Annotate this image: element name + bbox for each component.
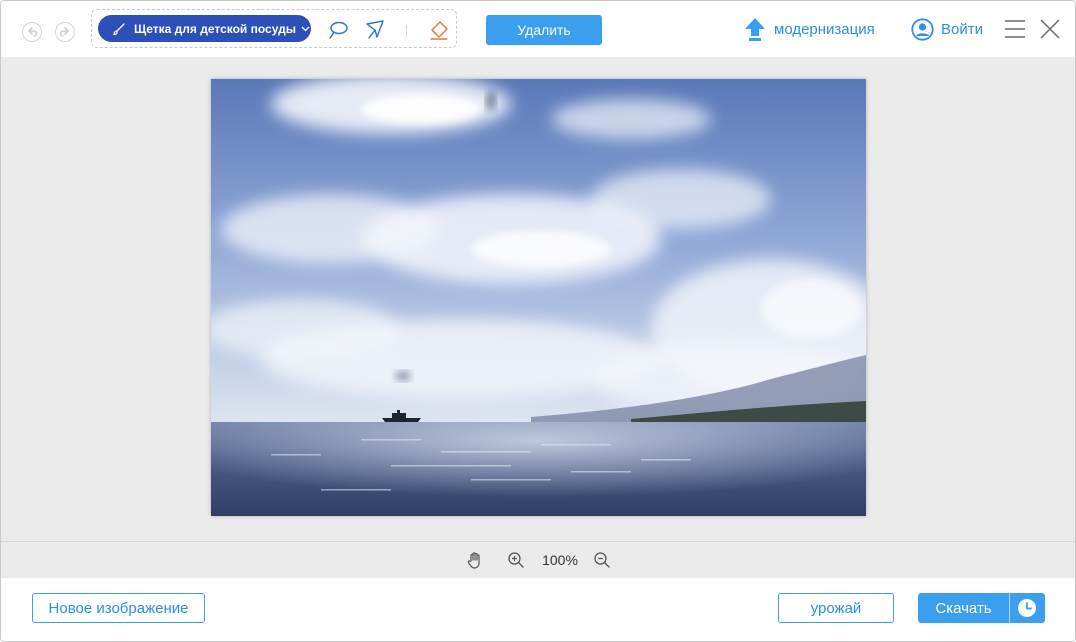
login-link[interactable]: Войти bbox=[911, 17, 983, 41]
brush-tool-dropdown[interactable]: Щетка для детской посуды bbox=[98, 15, 311, 42]
zoom-in-icon[interactable] bbox=[507, 551, 525, 569]
bottom-bar: Новое изображение урожай Скачать bbox=[1, 578, 1075, 641]
undo-button[interactable] bbox=[22, 22, 42, 42]
menu-icon[interactable] bbox=[1004, 19, 1026, 39]
user-icon bbox=[911, 17, 934, 41]
new-image-button[interactable]: Новое изображение bbox=[32, 593, 205, 623]
edited-image[interactable] bbox=[211, 79, 866, 516]
upgrade-link[interactable]: модернизация bbox=[744, 17, 875, 41]
login-label: Войти bbox=[941, 20, 983, 38]
eraser-tool-button[interactable] bbox=[428, 19, 450, 41]
hand-icon[interactable] bbox=[465, 550, 485, 570]
brush-tool-label: Щетка для детской посуды bbox=[134, 21, 296, 36]
brush-icon bbox=[113, 22, 125, 35]
lasso-tool-button[interactable] bbox=[327, 19, 349, 41]
crop-button[interactable]: урожай bbox=[778, 593, 894, 623]
polygon-lasso-icon bbox=[366, 20, 384, 39]
upgrade-label: модернизация bbox=[774, 20, 875, 38]
zoom-bar: 100% bbox=[1, 541, 1075, 578]
zoom-level: 100% bbox=[542, 552, 578, 568]
delete-button[interactable]: Удалить bbox=[486, 15, 602, 45]
canvas-area[interactable] bbox=[1, 57, 1075, 541]
chevron-down-icon bbox=[301, 26, 310, 31]
selection-tool-group: Щетка для детской посуды bbox=[91, 9, 457, 48]
toolbar-divider bbox=[406, 25, 407, 37]
download-label: Скачать bbox=[935, 599, 992, 617]
sky-sea-photo bbox=[211, 79, 866, 516]
eraser-icon bbox=[430, 21, 448, 40]
zoom-out-icon[interactable] bbox=[593, 551, 611, 569]
undo-icon bbox=[28, 27, 38, 37]
clock-icon[interactable] bbox=[1017, 598, 1037, 618]
polygon-lasso-button[interactable] bbox=[364, 19, 386, 41]
lasso-icon bbox=[329, 21, 348, 39]
download-divider bbox=[1009, 593, 1010, 623]
download-button[interactable]: Скачать bbox=[918, 593, 1045, 623]
top-toolbar: Щетка для детской посуды Удалить модерни… bbox=[1, 1, 1075, 57]
close-icon[interactable] bbox=[1039, 18, 1061, 40]
upload-arrow-icon bbox=[745, 18, 765, 41]
app-window: Щетка для детской посуды Удалить модерни… bbox=[0, 0, 1076, 642]
redo-button[interactable] bbox=[55, 22, 75, 42]
redo-icon bbox=[59, 27, 69, 37]
